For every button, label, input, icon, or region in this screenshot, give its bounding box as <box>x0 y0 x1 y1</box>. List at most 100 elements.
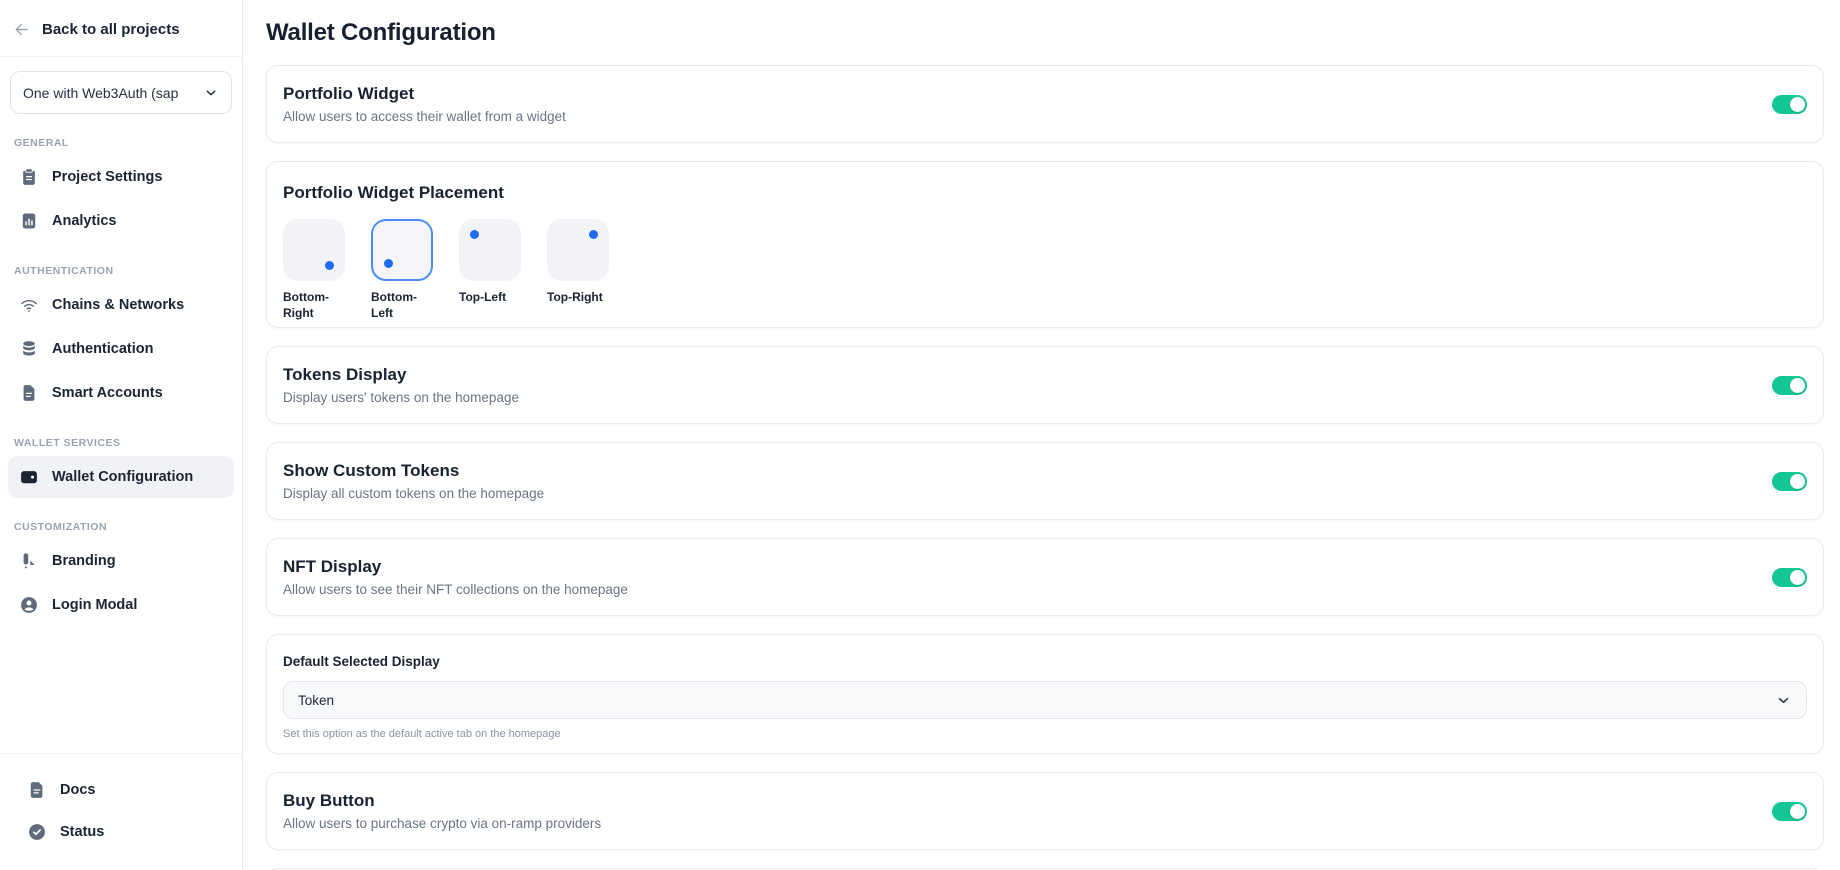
nft-display-toggle[interactable] <box>1772 568 1807 587</box>
file-icon <box>19 383 39 403</box>
sidebar-item-smart-accounts[interactable]: Smart Accounts <box>8 372 234 414</box>
project-selector[interactable]: One with Web3Auth (sap <box>10 71 232 114</box>
sidebar-item-project-settings[interactable]: Project Settings <box>8 156 234 198</box>
sidebar-item-label: Authentication <box>52 341 154 357</box>
check-circle-icon <box>27 822 47 842</box>
placement-option-bottom-left[interactable]: Bottom-Left <box>371 219 434 321</box>
placement-dot <box>384 259 393 268</box>
back-to-projects-label: Back to all projects <box>42 21 180 38</box>
card-default-selected-display: Default Selected Display Token Set this … <box>266 634 1824 754</box>
placement-dot <box>325 261 334 270</box>
card-description: Display users' tokens on the homepage <box>283 390 519 405</box>
placement-label: Bottom-Left <box>371 290 434 321</box>
select-help-text: Set this option as the default active ta… <box>283 728 1807 740</box>
sidebar: Back to all projects One with Web3Auth (… <box>0 0 243 870</box>
card-title: NFT Display <box>283 557 628 577</box>
sidebar-item-label: Wallet Configuration <box>52 469 193 485</box>
sidebar-item-label: Analytics <box>52 213 116 229</box>
sidebar-item-docs[interactable]: Docs <box>16 770 226 810</box>
select-label: Default Selected Display <box>283 654 1807 669</box>
buy-button-toggle[interactable] <box>1772 802 1807 821</box>
select-value: Token <box>298 693 334 708</box>
sidebar-divider <box>0 56 242 57</box>
sidebar-item-chains-networks[interactable]: Chains & Networks <box>8 284 234 326</box>
sidebar-item-label: Login Modal <box>52 597 137 613</box>
sidebar-item-label: Chains & Networks <box>52 297 184 313</box>
page-title: Wallet Configuration <box>266 19 1824 47</box>
sidebar-section-authentication: AUTHENTICATION <box>14 265 228 277</box>
default-display-select[interactable]: Token <box>283 681 1807 719</box>
show-custom-tokens-toggle[interactable] <box>1772 472 1807 491</box>
card-portfolio-widget: Portfolio Widget Allow users to access t… <box>266 65 1824 143</box>
card-text: Show Custom Tokens Display all custom to… <box>283 461 544 501</box>
sidebar-item-label: Branding <box>52 553 116 569</box>
sidebar-section-wallet-services: WALLET SERVICES <box>14 437 228 449</box>
toggle-knob <box>1790 97 1805 112</box>
placement-tile <box>371 219 433 281</box>
wallet-icon <box>19 467 39 487</box>
sidebar-section-customization: CUSTOMIZATION <box>14 521 228 533</box>
card-text: Buy Button Allow users to purchase crypt… <box>283 791 601 831</box>
card-title: Show Custom Tokens <box>283 461 544 481</box>
sidebar-item-login-modal[interactable]: Login Modal <box>8 584 234 626</box>
card-text: NFT Display Allow users to see their NFT… <box>283 557 628 597</box>
settings-cards: Portfolio Widget Allow users to access t… <box>266 65 1824 870</box>
back-to-projects-link[interactable]: Back to all projects <box>0 0 242 56</box>
chevron-down-icon <box>1775 692 1792 709</box>
card-text: Portfolio Widget Allow users to access t… <box>283 84 566 124</box>
placement-label: Top-Left <box>459 290 522 306</box>
sidebar-section-general: GENERAL <box>14 137 228 149</box>
card-tokens-display: Tokens Display Display users' tokens on … <box>266 346 1824 424</box>
placement-option-top-right[interactable]: Top-Right <box>547 219 610 321</box>
sidebar-footer: Docs Status <box>0 753 242 870</box>
placement-option-bottom-right[interactable]: Bottom-Right <box>283 219 346 321</box>
placement-options: Bottom-Right Bottom-Left Top-Left Top-Ri… <box>283 219 1807 321</box>
toggle-knob <box>1790 570 1805 585</box>
toggle-knob <box>1790 378 1805 393</box>
sidebar-item-label: Smart Accounts <box>52 385 163 401</box>
arrow-left-icon <box>12 20 31 39</box>
card-description: Allow users to see their NFT collections… <box>283 582 628 597</box>
placement-dot <box>589 230 598 239</box>
sidebar-nav: GENERAL Project Settings Analytics AUTHE… <box>0 137 242 626</box>
card-portfolio-widget-placement: Portfolio Widget Placement Bottom-Right … <box>266 161 1824 328</box>
clipboard-icon <box>19 167 39 187</box>
database-icon <box>19 339 39 359</box>
placement-option-top-left[interactable]: Top-Left <box>459 219 522 321</box>
placement-dot <box>470 230 479 239</box>
toggle-knob <box>1790 804 1805 819</box>
signal-icon <box>19 295 39 315</box>
placement-label: Bottom-Right <box>283 290 346 321</box>
sidebar-item-wallet-configuration[interactable]: Wallet Configuration <box>8 456 234 498</box>
analytics-icon <box>19 211 39 231</box>
card-show-custom-tokens: Show Custom Tokens Display all custom to… <box>266 442 1824 520</box>
card-title: Buy Button <box>283 791 601 811</box>
card-description: Allow users to purchase crypto via on-ra… <box>283 816 601 831</box>
card-description: Display all custom tokens on the homepag… <box>283 486 544 501</box>
brush-icon <box>19 551 39 571</box>
toggle-knob <box>1790 474 1805 489</box>
chevron-down-icon <box>203 85 219 101</box>
main-content: Wallet Configuration Portfolio Widget Al… <box>244 0 1840 870</box>
portfolio-widget-toggle[interactable] <box>1772 95 1807 114</box>
sidebar-item-label: Status <box>60 824 104 840</box>
card-buy-button: Buy Button Allow users to purchase crypt… <box>266 772 1824 850</box>
placement-tile <box>547 219 609 281</box>
sidebar-item-analytics[interactable]: Analytics <box>8 200 234 242</box>
sidebar-item-status[interactable]: Status <box>16 812 226 852</box>
project-selector-value: One with Web3Auth (sap <box>23 85 178 101</box>
app-window: Back to all projects One with Web3Auth (… <box>0 0 1840 870</box>
placement-tile <box>459 219 521 281</box>
card-title: Portfolio Widget <box>283 84 566 104</box>
sidebar-item-label: Docs <box>60 782 95 798</box>
sidebar-item-branding[interactable]: Branding <box>8 540 234 582</box>
card-title: Tokens Display <box>283 365 519 385</box>
card-nft-display: NFT Display Allow users to see their NFT… <box>266 538 1824 616</box>
user-circle-icon <box>19 595 39 615</box>
tokens-display-toggle[interactable] <box>1772 376 1807 395</box>
placement-label: Top-Right <box>547 290 610 306</box>
sidebar-item-authentication[interactable]: Authentication <box>8 328 234 370</box>
card-title: Portfolio Widget Placement <box>283 183 1807 203</box>
card-description: Allow users to access their wallet from … <box>283 109 566 124</box>
sidebar-item-label: Project Settings <box>52 169 162 185</box>
